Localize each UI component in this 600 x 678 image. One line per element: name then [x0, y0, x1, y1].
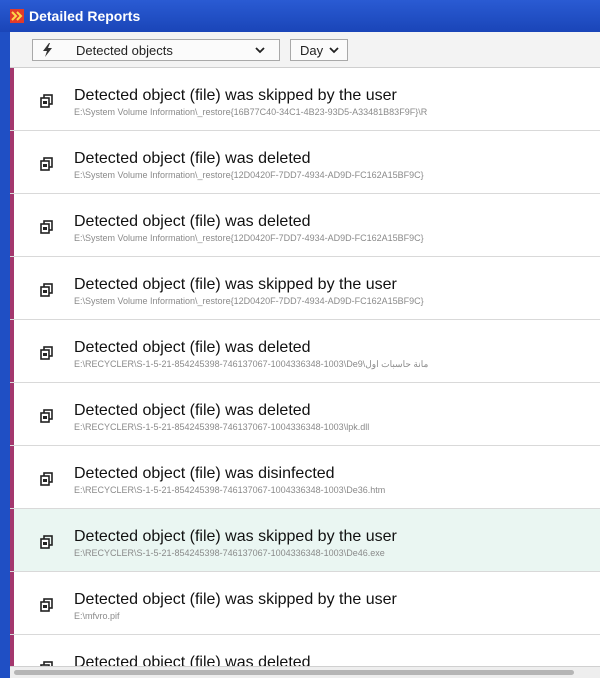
detected-object-icon	[40, 346, 54, 360]
row-marker	[10, 509, 14, 571]
event-file-path: E:\System Volume Information\_restore{12…	[74, 233, 424, 243]
event-title: Detected object (file) was deleted	[74, 150, 311, 167]
event-file-path: E:\RECYCLER\S-1-5-21-854245398-746137067…	[74, 485, 386, 495]
detected-object-icon	[40, 220, 54, 234]
event-row[interactable]: Detected object (file) was disinfected E:…	[10, 446, 600, 509]
event-title: Detected object (file) was skipped by th…	[74, 528, 397, 545]
detected-object-icon	[40, 472, 54, 486]
event-file-path: E:\mfvro.pif	[74, 611, 120, 621]
event-file-path: E:\RECYCLER\S-1-5-21-854245398-746137067…	[74, 359, 429, 369]
event-row[interactable]: Detected object (file) was skipped by th…	[10, 572, 600, 635]
row-marker	[10, 635, 14, 666]
event-file-path: E:\RECYCLER\S-1-5-21-854245398-746137067…	[74, 422, 370, 432]
toolbar: Detected objects Day	[10, 32, 600, 68]
event-row[interactable]: Detected object (file) was deleted E:\REC…	[10, 320, 600, 383]
chevron-down-icon	[255, 46, 265, 54]
window-title: Detailed Reports	[29, 8, 141, 24]
row-marker	[10, 383, 14, 445]
period-selected: Day	[300, 42, 324, 58]
event-file-path: E:\System Volume Information\_restore{12…	[74, 170, 424, 180]
row-marker	[10, 320, 14, 382]
chevron-down-icon	[329, 46, 339, 54]
row-marker	[10, 572, 14, 634]
period-dropdown[interactable]: Day	[290, 39, 348, 61]
event-title: Detected object (file) was skipped by th…	[74, 276, 397, 293]
event-title: Detected object (file) was deleted	[74, 402, 311, 419]
event-title: Detected object (file) was skipped by th…	[74, 87, 397, 104]
row-marker	[10, 68, 14, 130]
title-bar[interactable]: Detailed Reports	[0, 0, 600, 32]
event-row[interactable]: Detected object (file) was skipped by th…	[10, 509, 600, 572]
window-left-border	[0, 32, 10, 678]
lightning-icon	[42, 43, 58, 57]
row-marker	[10, 446, 14, 508]
event-file-path: E:\RECYCLER\S-1-5-21-854245398-746137067…	[74, 548, 385, 558]
event-title: Detected object (file) was disinfected	[74, 465, 335, 482]
detected-object-icon	[40, 283, 54, 297]
detected-object-icon	[40, 598, 54, 612]
report-type-dropdown[interactable]: Detected objects	[32, 39, 280, 61]
detected-object-icon	[40, 94, 54, 108]
scrollbar-thumb[interactable]	[14, 670, 574, 675]
event-file-path: E:\System Volume Information\_restore{16…	[74, 107, 428, 117]
event-title: Detected object (file) was skipped by th…	[74, 591, 397, 608]
event-title: Detected object (file) was deleted	[74, 213, 311, 230]
event-title: Detected object (file) was deleted	[74, 654, 311, 666]
event-title: Detected object (file) was deleted	[74, 339, 311, 356]
detected-object-icon	[40, 157, 54, 171]
event-row[interactable]: Detected object (file) was deleted E:\Sys…	[10, 131, 600, 194]
detected-object-icon	[40, 535, 54, 549]
event-file-path: E:\System Volume Information\_restore{12…	[74, 296, 424, 306]
event-row[interactable]: Detected object (file) was deleted	[10, 635, 600, 666]
detected-object-icon	[40, 409, 54, 423]
app-logo-icon	[10, 9, 24, 23]
detailed-reports-window: Detailed Reports Detected objects Day De…	[0, 0, 600, 678]
event-row[interactable]: Detected object (file) was skipped by th…	[10, 257, 600, 320]
report-type-selected: Detected objects	[76, 42, 173, 58]
row-marker	[10, 194, 14, 256]
event-row[interactable]: Detected object (file) was deleted E:\Sys…	[10, 194, 600, 257]
row-marker	[10, 257, 14, 319]
row-marker	[10, 131, 14, 193]
event-row[interactable]: Detected object (file) was skipped by th…	[10, 68, 600, 131]
horizontal-scrollbar[interactable]	[10, 666, 600, 678]
events-list: Detected object (file) was skipped by th…	[10, 68, 600, 666]
event-row[interactable]: Detected object (file) was deleted E:\REC…	[10, 383, 600, 446]
